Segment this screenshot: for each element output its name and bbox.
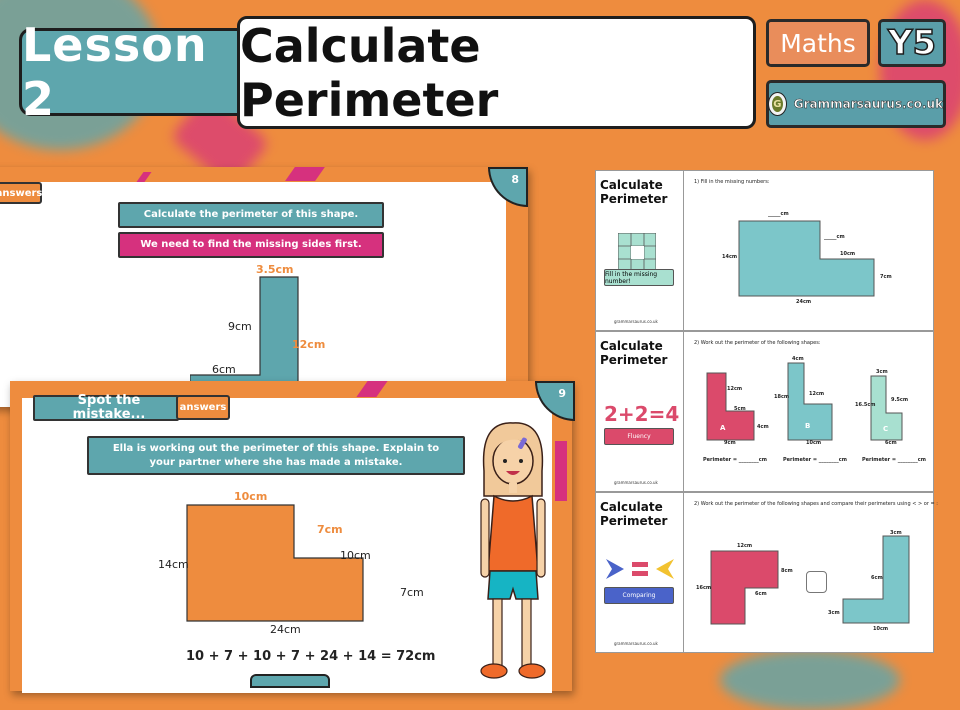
- question-text: 1) Fill in the missing numbers:: [694, 179, 770, 185]
- dimension-label: 5cm: [734, 406, 746, 412]
- dimension-label: 16.5cm: [855, 402, 876, 408]
- dimension-label: 12cm: [292, 338, 326, 351]
- dimension-label: _____cm: [824, 234, 845, 240]
- dimension-label: 3cm: [876, 369, 888, 375]
- compare-symbols-icon: [606, 559, 674, 579]
- perimeter-answer-b[interactable]: Perimeter = ________cm: [783, 457, 847, 463]
- worksheet-footer: grammarsaurus.co.uk: [614, 319, 658, 324]
- dimension-label: 24cm: [270, 623, 301, 636]
- dimension-label: 6cm: [755, 591, 767, 597]
- shape-b: B: [787, 362, 833, 441]
- brand-label: Grammarsaurus.co.uk: [793, 97, 943, 112]
- worksheet-2[interactable]: Calculate Perimeter 2+2=4 Fluency grammar…: [595, 331, 934, 492]
- dimension-label: 10cm: [873, 626, 889, 632]
- dimension-label: 16cm: [696, 585, 712, 591]
- dimension-label: 10cm: [340, 549, 371, 562]
- decorative-stripe: [136, 172, 152, 182]
- fluency-icon: 2+2=4: [604, 402, 680, 426]
- slide-9[interactable]: 9 Spot the mistake... answers Ella is wo…: [10, 381, 575, 693]
- dinosaur-logo-icon: G: [769, 93, 786, 115]
- hint-banner: We need to find the missing sides first.: [118, 232, 384, 258]
- instruction-banner: Calculate the perimeter of this shape.: [118, 202, 384, 228]
- worksheet-sidebar: Calculate Perimeter Comparing grammarsaur…: [596, 493, 684, 652]
- dimension-label: 6cm: [212, 363, 236, 376]
- decorative-stripe: [356, 381, 388, 397]
- dimension-label: 12cm: [727, 386, 743, 392]
- spot-mistake-heading: Spot the mistake...: [33, 394, 179, 422]
- l-shape: [738, 220, 875, 297]
- dimension-label: 14cm: [722, 254, 738, 260]
- dimension-label: 4cm: [757, 424, 769, 430]
- svg-text:B: B: [805, 422, 810, 430]
- worksheet-tag: Fluency: [604, 428, 674, 445]
- dimension-label: 10cm: [840, 251, 856, 257]
- question-text: 2) Work out the perimeter of the followi…: [694, 340, 821, 346]
- l-shape-diagram: [738, 220, 875, 297]
- dimension-label: 9.5cm: [891, 397, 909, 403]
- svg-text:C: C: [883, 425, 888, 433]
- dimension-label: 12cm: [809, 391, 825, 397]
- equation: 10 + 7 + 10 + 7 + 24 + 14 = 72cm: [186, 649, 436, 664]
- dimension-label: 6cm: [871, 575, 883, 581]
- dimension-label: 24cm: [796, 299, 812, 305]
- worksheet-title: Calculate Perimeter: [600, 500, 668, 528]
- worksheet-title: Calculate Perimeter: [600, 178, 668, 206]
- l-shape-diagram: [186, 504, 364, 622]
- worksheet-footer: grammarsaurus.co.uk: [614, 480, 658, 485]
- brand-badge[interactable]: G Grammarsaurus.co.uk: [766, 80, 946, 128]
- dimension-label: _____cm: [768, 211, 789, 217]
- dimension-label: 18cm: [774, 394, 790, 400]
- puzzle-icon: [618, 233, 656, 271]
- dimension-label: 8cm: [781, 568, 793, 574]
- dimension-label: 14cm: [158, 558, 189, 571]
- background-swirl: [720, 650, 900, 710]
- perimeter-answer-c[interactable]: Perimeter = ________cm: [862, 457, 926, 463]
- dimension-label: 6cm: [885, 440, 897, 446]
- worksheet-1[interactable]: Calculate Perimeter Fill in the missing n…: [595, 170, 934, 331]
- worksheet-sidebar: Calculate Perimeter Fill in the missing n…: [596, 171, 684, 330]
- dimension-label: 10cm: [806, 440, 822, 446]
- worksheet-sidebar: Calculate Perimeter 2+2=4 Fluency grammar…: [596, 332, 684, 491]
- next-button[interactable]: [250, 674, 330, 688]
- dimension-label: 3cm: [828, 610, 840, 616]
- year-badge: Y5: [878, 19, 946, 67]
- worksheet-title: Calculate Perimeter: [600, 339, 668, 367]
- left-shape: [710, 550, 779, 625]
- dimension-label: 7cm: [400, 586, 424, 599]
- dimension-label: 12cm: [737, 543, 753, 549]
- worksheet-tag: Comparing: [604, 587, 674, 604]
- decorative-stripe: [285, 167, 325, 181]
- dimension-label: 7cm: [880, 274, 892, 280]
- answers-button[interactable]: answers: [176, 395, 230, 420]
- subject-badge: Maths: [766, 19, 870, 67]
- worksheet-3[interactable]: Calculate Perimeter Comparing grammarsaur…: [595, 492, 938, 653]
- question-text: 2) Work out the perimeter of the followi…: [694, 501, 938, 507]
- perimeter-answer-a[interactable]: Perimeter = ________cm: [703, 457, 767, 463]
- slide-8[interactable]: 8 answers Calculate the perimeter of thi…: [0, 167, 528, 407]
- shape-a: A: [706, 372, 755, 441]
- dimension-label: 9cm: [228, 320, 252, 333]
- worksheet-footer: grammarsaurus.co.uk: [614, 641, 658, 646]
- dimension-label: 3cm: [890, 530, 902, 536]
- decorative-stripe: [555, 441, 567, 501]
- lesson-badge: Lesson 2: [19, 18, 257, 126]
- girl-character-icon: [480, 422, 546, 679]
- dimension-label: 9cm: [724, 440, 736, 446]
- dimension-label: 7cm: [317, 523, 343, 536]
- svg-text:A: A: [720, 424, 726, 432]
- worksheet-tag: Fill in the missing number!: [604, 269, 674, 286]
- shape-c: C: [870, 375, 903, 441]
- comparison-answer-box[interactable]: [806, 571, 827, 593]
- answers-button[interactable]: answers: [0, 182, 42, 204]
- dimension-label: 4cm: [792, 356, 804, 362]
- dimension-label: 10cm: [234, 490, 268, 503]
- dimension-label: 3.5cm: [256, 263, 294, 276]
- page-title: Calculate Perimeter: [237, 16, 756, 129]
- prompt-banner: Ella is working out the perimeter of thi…: [87, 436, 465, 475]
